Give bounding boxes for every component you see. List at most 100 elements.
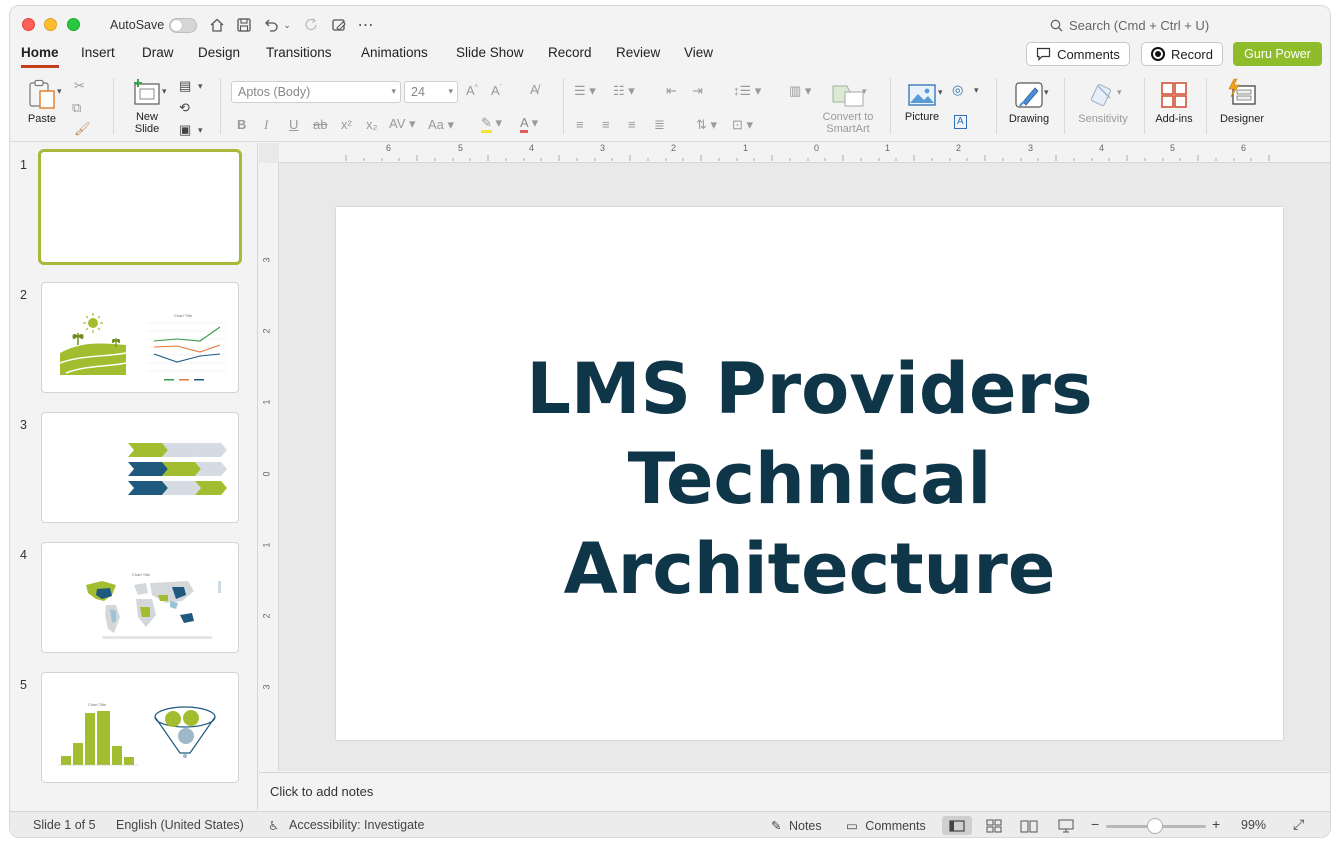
decrease-indent-icon[interactable]: ⇤ [666, 83, 677, 99]
clear-formatting-icon[interactable]: A̸ [530, 82, 539, 97]
convert-dropdown-icon[interactable]: ▾ [862, 86, 867, 97]
slideshow-view-button[interactable] [1051, 816, 1081, 835]
tab-insert[interactable]: Insert [81, 45, 115, 65]
close-window-button[interactable] [22, 18, 35, 31]
copy-icon[interactable]: ⧉ [72, 100, 81, 116]
home-icon[interactable] [207, 15, 227, 35]
tab-review[interactable]: Review [616, 45, 660, 65]
layout-dropdown-icon[interactable]: ▾ [198, 81, 203, 92]
cut-icon[interactable]: ✂ [74, 78, 85, 94]
notes-button[interactable]: ✎ Notes [771, 818, 822, 833]
change-case-icon[interactable]: Aa ▾ [428, 117, 454, 133]
tab-draw[interactable]: Draw [142, 45, 174, 65]
title-bar: AutoSave ⌄ ⋯ Search (Cmd + Ctrl + U) [10, 6, 1330, 44]
reading-view-button[interactable] [1014, 816, 1044, 835]
add-ins-button[interactable]: Add-ins [1152, 80, 1196, 125]
align-right-icon[interactable]: ≡ [628, 117, 636, 132]
tab-record[interactable]: Record [548, 45, 592, 65]
font-color-icon[interactable]: A ▾ [520, 115, 538, 133]
slide-title[interactable]: LMS Providers Technical Architecture [336, 344, 1283, 614]
font-name-dropdown[interactable]: Aptos (Body) ▾ [231, 81, 401, 103]
shapes-icon[interactable]: ◎ [952, 82, 963, 98]
paste-button[interactable]: Paste [24, 78, 60, 125]
increase-indent-icon[interactable]: ⇥ [692, 83, 703, 99]
redo-icon[interactable] [302, 15, 322, 35]
strikethrough-icon[interactable]: ab [313, 117, 327, 132]
tab-transitions[interactable]: Transitions [266, 45, 332, 65]
underline-icon[interactable]: U [289, 117, 298, 132]
accessibility-status[interactable]: Accessibility: Investigate [289, 818, 424, 832]
align-center-icon[interactable]: ≡ [602, 117, 610, 132]
guru-power-button[interactable]: Guru Power [1233, 42, 1322, 66]
section-dropdown-icon[interactable]: ▾ [198, 125, 203, 136]
tab-view[interactable]: View [684, 45, 713, 65]
font-size-dropdown[interactable]: 24 ▾ [404, 81, 458, 103]
slide-thumbnail-4[interactable]: Chart Title [41, 542, 239, 653]
tab-design[interactable]: Design [198, 45, 240, 65]
ruler-label: 3 [261, 684, 272, 690]
search-box[interactable]: Search (Cmd + Ctrl + U) [1050, 18, 1209, 33]
tab-home[interactable]: Home [21, 45, 59, 68]
shapes-dropdown-icon[interactable]: ▾ [974, 85, 979, 96]
presenter-icon[interactable] [329, 15, 349, 35]
sensitivity-dropdown-icon[interactable]: ▾ [1117, 87, 1122, 98]
sensitivity-button[interactable]: Sensitivity [1074, 80, 1132, 125]
slide-thumbnail-5[interactable]: Chart Title [41, 672, 239, 783]
section-icon[interactable]: ▣ [179, 122, 191, 138]
maximize-window-button[interactable] [67, 18, 80, 31]
slide-thumbnail-1[interactable] [38, 149, 242, 265]
new-slide-dropdown-icon[interactable]: ▾ [162, 86, 167, 97]
slide-sorter-button[interactable] [979, 816, 1009, 835]
record-button[interactable]: Record [1141, 42, 1223, 66]
zoom-slider-handle[interactable] [1147, 818, 1163, 834]
bullets-icon[interactable]: ☰ ▾ [574, 83, 596, 99]
undo-icon[interactable] [261, 15, 281, 35]
bold-icon[interactable]: B [237, 117, 246, 132]
slide-canvas[interactable]: LMS Providers Technical Architecture [336, 207, 1283, 740]
slide-thumbnail-3[interactable] [41, 412, 239, 523]
zoom-in-button[interactable]: + [1212, 816, 1220, 832]
tab-slide-show[interactable]: Slide Show [456, 45, 524, 65]
justify-icon[interactable]: ≣ [654, 117, 665, 133]
line-spacing-icon[interactable]: ↕☰ ▾ [733, 83, 761, 99]
picture-dropdown-icon[interactable]: ▾ [938, 87, 943, 98]
subscript-icon[interactable]: x₂ [366, 117, 378, 132]
columns-icon[interactable]: ▥ ▾ [789, 83, 811, 99]
italic-icon[interactable]: I [264, 117, 268, 133]
highlight-icon[interactable]: ✎ ▾ [481, 115, 502, 133]
increase-font-icon[interactable]: A^ [466, 83, 478, 98]
drawing-dropdown-icon[interactable]: ▾ [1044, 87, 1049, 98]
autosave-toggle[interactable] [169, 18, 197, 33]
thumbnail-number: 5 [20, 678, 27, 692]
chevron-down-icon: ▾ [391, 86, 396, 96]
superscript-icon[interactable]: x² [341, 117, 352, 132]
tab-animations[interactable]: Animations [361, 45, 428, 65]
numbering-icon[interactable]: ☷ ▾ [613, 83, 635, 99]
comments-status-button[interactable]: ▭ Comments [846, 818, 926, 833]
sensitivity-label: Sensitivity [1078, 113, 1128, 125]
notes-pane[interactable]: Click to add notes [259, 772, 1330, 810]
designer-button[interactable]: Designer [1216, 78, 1268, 125]
convert-smartart-button[interactable]: Convert to SmartArt [816, 82, 880, 135]
format-painter-icon[interactable]: 🖌 [74, 121, 91, 137]
language-indicator[interactable]: English (United States) [116, 818, 244, 832]
slide-thumbnail-2[interactable]: Chart Title [41, 282, 239, 393]
layout-icon[interactable]: ▤ [179, 78, 191, 94]
align-text-icon[interactable]: ⊡ ▾ [732, 117, 753, 133]
character-spacing-icon[interactable]: AV ▾ [389, 116, 416, 132]
save-icon[interactable] [234, 15, 254, 35]
reset-icon[interactable]: ⟲ [179, 100, 190, 116]
more-options-icon[interactable]: ⋯ [356, 15, 376, 35]
comments-button[interactable]: Comments [1026, 42, 1130, 66]
minimize-window-button[interactable] [44, 18, 57, 31]
undo-dropdown-icon[interactable]: ⌄ [281, 15, 293, 35]
zoom-out-button[interactable]: − [1091, 816, 1099, 832]
normal-view-button[interactable] [942, 816, 972, 835]
align-left-icon[interactable]: ≡ [576, 117, 584, 132]
paste-dropdown-icon[interactable]: ▾ [57, 86, 62, 97]
decrease-font-icon[interactable]: Aˇ [491, 83, 502, 98]
text-box-icon[interactable]: A [954, 115, 967, 129]
fit-slide-icon[interactable]: ⤢ [1293, 816, 1304, 833]
zoom-level[interactable]: 99% [1241, 818, 1266, 832]
text-direction-icon[interactable]: ⇅ ▾ [696, 117, 717, 133]
